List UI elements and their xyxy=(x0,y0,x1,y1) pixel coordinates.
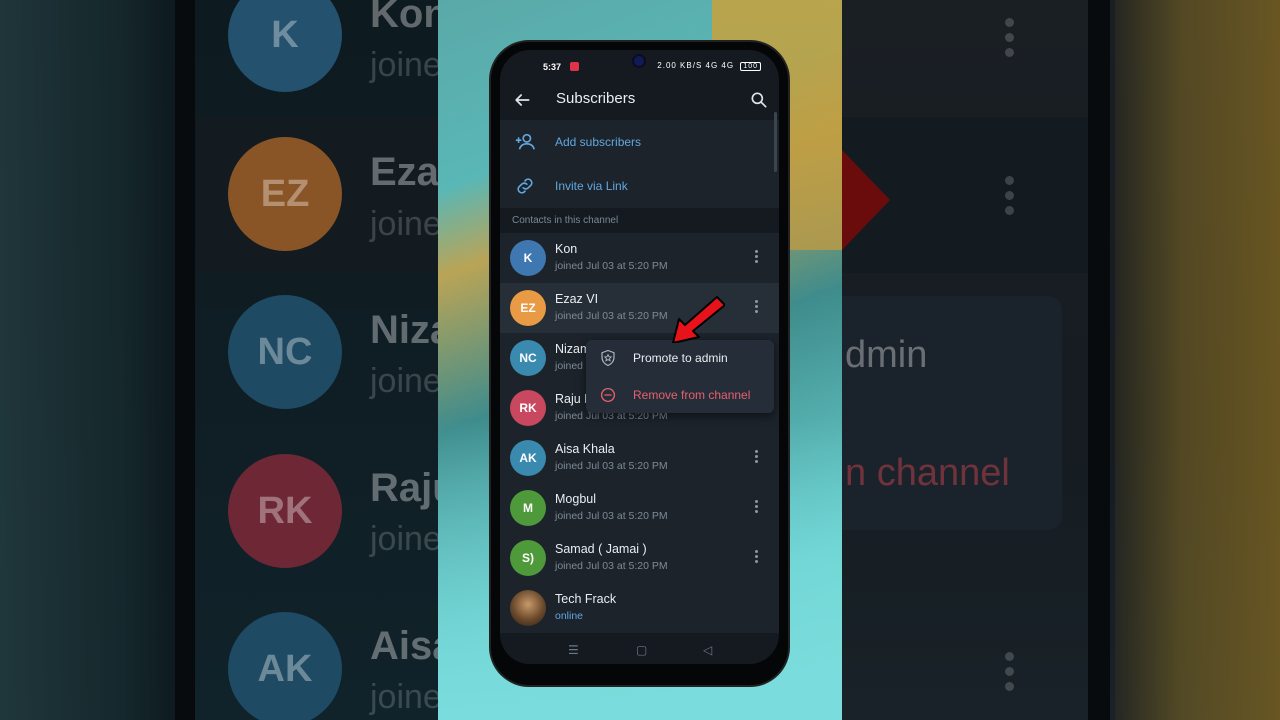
contact-status: joined Jul 03 at 5:20 PM xyxy=(555,510,668,522)
blurred-dots-icon xyxy=(1005,652,1015,697)
more-options-icon[interactable] xyxy=(755,250,759,265)
avatar: RK xyxy=(510,390,546,426)
status-bar: 5:37 2.00 KB/S 4G 4G 100 xyxy=(500,50,779,82)
blurred-avatar: EZ xyxy=(228,137,342,251)
contact-name: Mogbul xyxy=(555,492,596,506)
back-nav-icon[interactable]: ◁ xyxy=(703,643,712,657)
more-options-icon[interactable] xyxy=(755,500,759,515)
blurred-name: Aisa xyxy=(370,624,438,668)
blurred-dots-icon xyxy=(1005,18,1015,63)
blurred-menu-promote: dmin xyxy=(845,334,928,376)
avatar: EZ xyxy=(510,290,546,326)
blurred-name: Eza xyxy=(370,150,438,194)
system-nav-bar: ☰ ▢ ◁ xyxy=(500,638,779,664)
promote-to-admin-item[interactable]: Promote to admin xyxy=(586,340,774,376)
avatar: M xyxy=(510,490,546,526)
section-header: Contacts in this channel xyxy=(500,208,779,234)
contact-name: Ezaz VI xyxy=(555,292,599,306)
home-nav-icon[interactable]: ▢ xyxy=(636,643,647,657)
remove-label: Remove from channel xyxy=(633,388,751,402)
blurred-phone-edge xyxy=(1088,0,1110,720)
link-icon xyxy=(517,178,533,194)
contact-name: Kon xyxy=(555,242,578,256)
avatar: AK xyxy=(510,440,546,476)
page-title: Subscribers xyxy=(556,90,636,107)
contact-row-samad[interactable]: S) Samad ( Jamai ) joined Jul 03 at 5:20… xyxy=(500,533,779,583)
contact-name: Aisa Khala xyxy=(555,442,615,456)
blurred-avatar: NC xyxy=(228,295,342,409)
contact-status: joined Jul 03 at 5:20 PM xyxy=(555,560,668,572)
back-arrow-icon[interactable] xyxy=(512,90,532,110)
remove-from-channel-item[interactable]: Remove from channel xyxy=(586,377,774,413)
more-options-icon[interactable] xyxy=(755,450,759,465)
app-bar: Subscribers xyxy=(500,82,779,120)
menu-nav-icon[interactable]: ☰ xyxy=(568,643,579,657)
blurred-sub: joine xyxy=(370,46,438,84)
contact-row-kon[interactable]: K Kon joined Jul 03 at 5:20 PM xyxy=(500,233,779,283)
blurred-avatar: AK xyxy=(228,612,342,720)
blurred-dots-icon xyxy=(1005,176,1015,221)
blurred-phone-edge xyxy=(175,0,195,720)
contact-name: Tech Frack xyxy=(555,592,617,606)
scrollbar[interactable] xyxy=(774,112,777,172)
network-speed: 2.00 KB/S 4G 4G xyxy=(657,61,735,70)
blurred-name: Niza xyxy=(370,308,438,352)
notification-icon xyxy=(570,62,579,71)
status-icons: 2.00 KB/S 4G 4G 100 xyxy=(657,61,761,71)
status-time: 5:37 xyxy=(543,62,562,72)
promote-label: Promote to admin xyxy=(633,351,728,365)
remove-circle-icon xyxy=(600,387,616,403)
blurred-sub: joine xyxy=(370,678,438,716)
add-subscribers-label: Add subscribers xyxy=(555,135,642,149)
search-icon[interactable] xyxy=(749,90,769,110)
avatar xyxy=(510,590,546,626)
invite-link-label: Invite via Link xyxy=(555,179,628,193)
contact-row-mogbul[interactable]: M Mogbul joined Jul 03 at 5:20 PM xyxy=(500,483,779,533)
contact-name: Samad ( Jamai ) xyxy=(555,542,647,556)
more-options-icon[interactable] xyxy=(755,550,759,565)
shield-star-icon xyxy=(601,349,615,367)
battery-icon: 100 xyxy=(740,62,761,71)
front-camera xyxy=(632,54,646,68)
blurred-arrow xyxy=(842,150,890,250)
contact-row-ezaz[interactable]: EZ Ezaz VI joined Jul 03 at 5:20 PM xyxy=(500,283,779,333)
contact-row-tech-frack[interactable]: Tech Frack online xyxy=(500,583,779,633)
blurred-sub: joine xyxy=(370,520,438,558)
avatar: K xyxy=(510,240,546,276)
blurred-background-left: K Kon joine EZ Eza joine NC Niza joine R… xyxy=(0,0,438,720)
blurred-avatar: RK xyxy=(228,454,342,568)
add-user-icon xyxy=(515,133,535,150)
video-frame: K Kon joine EZ Eza joine NC Niza joine R… xyxy=(0,0,1280,720)
contact-status: joined Jul 03 at 5:20 PM xyxy=(555,460,668,472)
red-arrow-annotation xyxy=(672,296,725,343)
context-menu: Promote to admin Remove from channel xyxy=(586,340,774,413)
blurred-sub: joine xyxy=(370,362,438,400)
contact-row-aisa[interactable]: AK Aisa Khala joined Jul 03 at 5:20 PM xyxy=(500,433,779,483)
phone-screen: 5:37 2.00 KB/S 4G 4G 100 Subscribers Add… xyxy=(500,50,779,664)
contact-status: joined Jul 03 at 5:20 PM xyxy=(555,260,668,272)
avatar: S) xyxy=(510,540,546,576)
more-options-icon[interactable] xyxy=(755,300,759,315)
blurred-name: Kon xyxy=(370,0,438,36)
contact-status: joined Jul 03 at 5:20 PM xyxy=(555,310,668,322)
blurred-avatar: K xyxy=(228,0,342,92)
blurred-menu-remove: n channel xyxy=(845,452,1010,494)
avatar: NC xyxy=(510,340,546,376)
blurred-sub: joine xyxy=(370,205,438,243)
add-subscribers-button[interactable]: Add subscribers xyxy=(500,120,779,164)
contact-status: online xyxy=(555,610,584,622)
invite-link-button[interactable]: Invite via Link xyxy=(500,164,779,208)
blurred-name: Raju xyxy=(370,466,438,510)
